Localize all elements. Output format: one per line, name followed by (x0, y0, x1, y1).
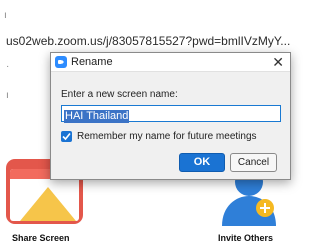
marker-text: ı (6, 90, 9, 101)
cancel-button[interactable]: Cancel (230, 153, 277, 172)
rename-dialog: Rename ✕ Enter a new screen name: HAI Th… (50, 52, 291, 180)
remember-name-checkbox[interactable] (61, 131, 72, 142)
remember-name-label[interactable]: Remember my name for future meetings (77, 131, 257, 142)
ok-button[interactable]: OK (179, 153, 225, 172)
share-screen-label[interactable]: Share Screen (12, 233, 97, 243)
invite-others-label[interactable]: Invite Others (218, 233, 273, 243)
zoom-app-icon (55, 56, 67, 68)
marker-text: · (6, 61, 10, 72)
dialog-title: Rename (71, 56, 113, 68)
meeting-url: us02web.zoom.us/j/83057815527?pwd=bmlIVz… (6, 34, 291, 48)
screen-name-value[interactable]: HAI Thailand (64, 110, 130, 123)
dialog-titlebar: Rename ✕ (51, 53, 290, 72)
rename-prompt: Enter a new screen name: (61, 89, 178, 100)
check-icon (62, 132, 71, 141)
close-icon[interactable]: ✕ (272, 54, 284, 70)
marker-text: ı (4, 10, 7, 21)
screen-name-input[interactable]: HAI Thailand (61, 105, 281, 123)
